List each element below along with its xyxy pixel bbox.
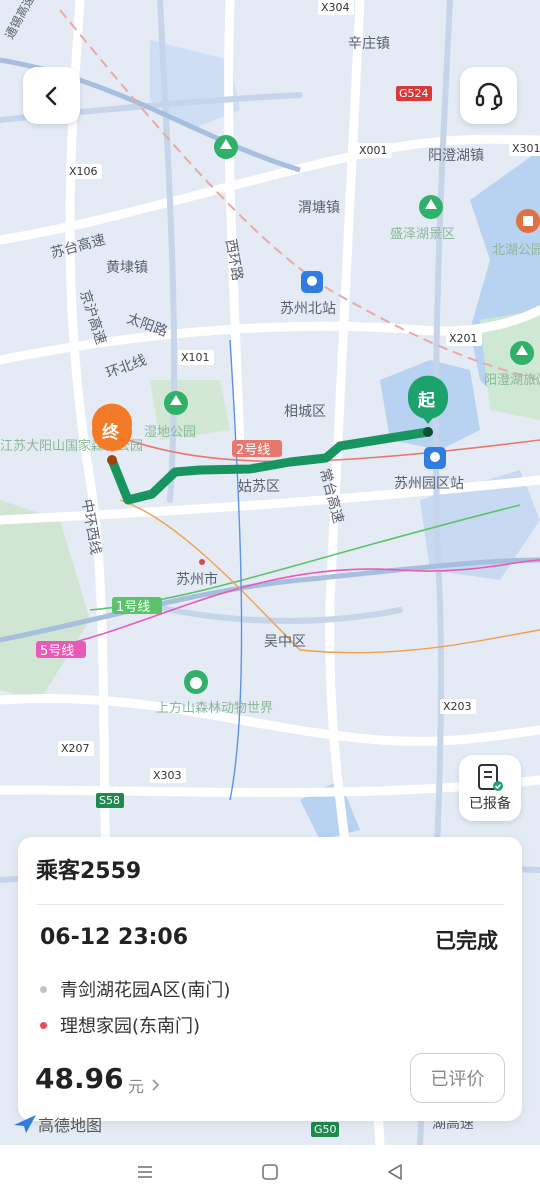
place-suzhou-city: 苏州市 bbox=[176, 571, 218, 588]
road-code-x101: X101 bbox=[181, 351, 210, 364]
road-code-x301: X301 bbox=[512, 142, 540, 155]
home-square-icon bbox=[262, 1164, 278, 1180]
train-station-icon bbox=[301, 271, 323, 293]
trip-card: 乘客2559 06-12 23:06 已完成 青剑湖花园A区(南门) 理想家园(… bbox=[18, 837, 522, 1121]
start-marker-label: 起 bbox=[417, 390, 436, 411]
place-shangfangshan: 上方山森林动物世界 bbox=[156, 700, 273, 716]
amap-watermark: 高德地图 bbox=[12, 1112, 102, 1136]
trip-status: 已完成 bbox=[435, 929, 498, 953]
road-code-g524: G524 bbox=[399, 87, 429, 100]
destination-dot bbox=[40, 1021, 47, 1029]
road-code-s58: S58 bbox=[99, 794, 120, 807]
report-label: 已报备 bbox=[469, 796, 511, 812]
metro-line-2: 2号线 bbox=[236, 443, 270, 458]
back-button[interactable] bbox=[23, 67, 80, 124]
place-wetland: 湿地公园 bbox=[144, 425, 196, 440]
back-triangle-icon bbox=[388, 1164, 402, 1180]
price-detail-link[interactable]: 元 bbox=[128, 1073, 162, 1097]
place-wuzhong: 吴中区 bbox=[264, 634, 306, 650]
watermark-text: 高德地图 bbox=[38, 1116, 103, 1135]
place-beihu: 北湖公园 bbox=[492, 243, 540, 258]
zoo-icon bbox=[184, 670, 208, 694]
road-code-x203: X203 bbox=[443, 700, 472, 713]
amap-logo-icon bbox=[14, 1115, 36, 1133]
rated-button[interactable]: 已评价 bbox=[410, 1053, 505, 1103]
price-unit: 元 bbox=[128, 1077, 145, 1096]
road-code-x207: X207 bbox=[61, 742, 90, 755]
chevron-left-icon bbox=[45, 86, 56, 105]
nav-menu-button[interactable] bbox=[130, 1157, 160, 1187]
place-yangcheng: 阳澄湖镇 bbox=[428, 148, 484, 164]
metro-line-1: 1号线 bbox=[116, 600, 150, 615]
train-station-icon bbox=[424, 447, 446, 469]
place-xiangcheng: 相城区 bbox=[284, 404, 326, 420]
park-icon bbox=[214, 135, 238, 159]
card-divider bbox=[36, 904, 504, 905]
destination-address: 理想家园(东南门) bbox=[40, 1012, 200, 1038]
landmark-icon bbox=[516, 209, 540, 233]
park-icon bbox=[164, 391, 188, 415]
place-gusu: 姑苏区 bbox=[238, 479, 280, 495]
passenger-name: 乘客2559 bbox=[36, 859, 142, 884]
place-weitang: 渭塘镇 bbox=[298, 200, 340, 216]
nav-back-button[interactable] bbox=[380, 1157, 410, 1187]
road-code-x201: X201 bbox=[449, 332, 478, 345]
road-code-x001: X001 bbox=[359, 144, 388, 157]
city-center-dot bbox=[199, 559, 205, 565]
road-code-x106: X106 bbox=[69, 165, 98, 178]
place-huangdai: 黄埭镇 bbox=[106, 259, 148, 276]
destination-text: 理想家园(东南门) bbox=[60, 1016, 201, 1037]
system-nav-bar bbox=[0, 1145, 540, 1200]
trip-datetime: 06-12 23:06 bbox=[40, 925, 189, 950]
report-button[interactable]: 已报备 bbox=[459, 755, 521, 821]
chevron-right-icon bbox=[152, 1079, 160, 1091]
road-code-g50: G50 bbox=[314, 1123, 337, 1136]
menu-icon bbox=[138, 1166, 152, 1178]
origin-text: 青剑湖花园A区(南门) bbox=[60, 980, 231, 1001]
place-suzhou-north: 苏州北站 bbox=[280, 301, 336, 317]
road-code-x303: X303 bbox=[153, 769, 182, 782]
end-marker-label: 终 bbox=[102, 422, 120, 443]
metro-line-5: 5号线 bbox=[40, 644, 74, 659]
road-code-x304: X304 bbox=[321, 1, 350, 14]
nav-home-button[interactable] bbox=[255, 1157, 285, 1187]
place-yangcheng-lake: 阳澄湖旅游度假区 bbox=[484, 372, 540, 388]
origin-dot bbox=[40, 985, 47, 993]
park-icon bbox=[510, 341, 534, 365]
headset-icon bbox=[475, 82, 502, 110]
report-document-icon bbox=[478, 764, 503, 791]
place-shenghu: 盛泽湖景区 bbox=[390, 227, 455, 242]
place-sip-station: 苏州园区站 bbox=[394, 476, 464, 492]
trip-price: 48.96 bbox=[35, 1062, 124, 1095]
park-icon bbox=[419, 195, 443, 219]
place-xinzhuang: 辛庄镇 bbox=[348, 35, 390, 52]
customer-service-button[interactable] bbox=[460, 67, 517, 124]
origin-address: 青剑湖花园A区(南门) bbox=[40, 976, 230, 1002]
